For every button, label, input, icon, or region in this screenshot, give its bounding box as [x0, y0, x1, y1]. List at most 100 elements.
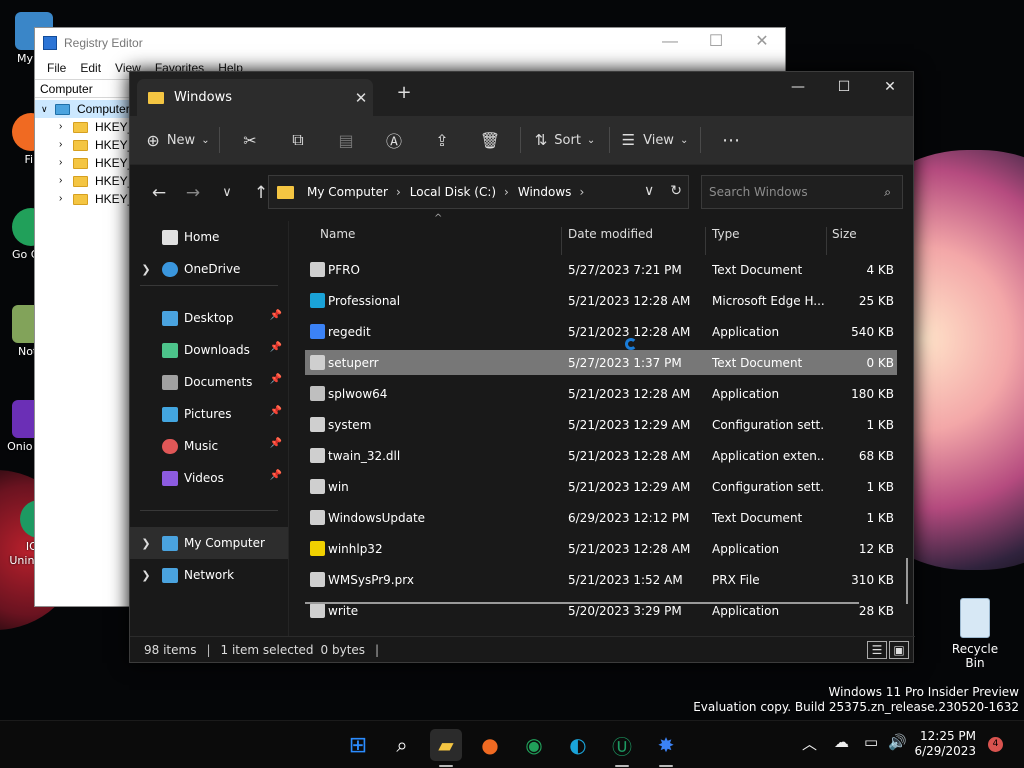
- forward-arrow-icon[interactable]: →: [176, 183, 210, 203]
- chevron-right-icon[interactable]: ›: [59, 190, 73, 208]
- minimize-icon[interactable]: —: [775, 72, 821, 102]
- nav-item-network[interactable]: ❯ Network: [130, 559, 288, 591]
- pin-icon[interactable]: 📌: [270, 438, 282, 449]
- chevron-right-icon[interactable]: ›: [59, 154, 73, 172]
- pin-icon[interactable]: 📌: [270, 374, 282, 385]
- taskbar-regedit[interactable]: ✸: [650, 729, 682, 767]
- chevron-right-icon[interactable]: ❯: [130, 569, 162, 582]
- taskbar-explorer[interactable]: ▰: [430, 729, 462, 767]
- volume-icon[interactable]: 🔊: [888, 733, 907, 751]
- copy-icon[interactable]: ⧉: [274, 124, 322, 156]
- chevron-right-icon[interactable]: ›: [59, 136, 73, 154]
- paste-icon[interactable]: ▤: [322, 124, 370, 156]
- tiles-view-icon[interactable]: ▣: [889, 641, 909, 659]
- file-row-pfro[interactable]: PFRO 5/27/2023 7:21 PM Text Document 4 KB: [305, 257, 897, 282]
- chevron-right-icon[interactable]: ›: [59, 118, 73, 136]
- column-divider[interactable]: [705, 227, 706, 255]
- cloud-off-icon[interactable]: ☁: [834, 733, 849, 751]
- file-row-wmsyspr9-prx[interactable]: WMSysPr9.prx 5/21/2023 1:52 AM PRX File 310…: [305, 567, 897, 592]
- share-icon[interactable]: ⇪: [418, 124, 466, 156]
- column-divider[interactable]: [561, 227, 562, 255]
- start-button[interactable]: ⊞: [342, 729, 374, 761]
- nav-item-my-computer[interactable]: ❯ My Computer: [130, 527, 288, 559]
- sort-button[interactable]: ⇅ Sort ⌄: [527, 124, 603, 156]
- file-row-professional[interactable]: Professional 5/21/2023 12:28 AM Microsoft …: [305, 288, 897, 313]
- address-bar[interactable]: My Computer › Local Disk (C:) › Windows › ∨…: [268, 175, 689, 209]
- breadcrumb-local-disk[interactable]: Local Disk (C:): [410, 185, 496, 199]
- menu-file[interactable]: File: [40, 61, 73, 75]
- chevron-right-icon[interactable]: ❯: [130, 537, 162, 550]
- column-header-date[interactable]: Date modified: [568, 227, 653, 241]
- column-header-type[interactable]: Type: [712, 227, 740, 241]
- delete-icon[interactable]: 🗑: [466, 124, 514, 156]
- close-icon[interactable]: ✕: [867, 72, 913, 102]
- file-row-windowsupdate[interactable]: WindowsUpdate 6/29/2023 12:12 PM Text Docu…: [305, 505, 897, 530]
- horizontal-scrollbar[interactable]: [305, 602, 859, 604]
- nav-item-onedrive[interactable]: ❯ OneDrive: [130, 253, 288, 285]
- new-button[interactable]: ⊕ New ⌄: [143, 124, 213, 156]
- search-input[interactable]: Search Windows ⌕: [701, 175, 903, 209]
- new-tab-icon[interactable]: +: [394, 83, 414, 103]
- network-icon[interactable]: ▭: [864, 733, 878, 751]
- nav-item-home[interactable]: Home: [130, 221, 288, 253]
- pin-icon[interactable]: 📌: [270, 342, 282, 353]
- taskbar-chrome[interactable]: ◉: [518, 729, 550, 761]
- search-taskbar-button[interactable]: ⌕: [386, 729, 418, 761]
- maximize-icon[interactable]: ☐: [821, 72, 867, 102]
- file-explorer-window[interactable]: Windows ✕ + — ☐ ✕ ⊕ New ⌄ ✂ ⧉ ▤ Ⓐ ⇪ 🗑 ⇅ Sort ⌄ …: [129, 71, 915, 663]
- chevron-right-icon[interactable]: ›: [59, 172, 73, 190]
- cut-icon[interactable]: ✂: [226, 124, 274, 156]
- more-options-icon[interactable]: ⋯: [707, 124, 755, 156]
- nav-item-documents[interactable]: Documents 📌: [130, 366, 288, 398]
- chevron-right-icon[interactable]: ›: [396, 185, 401, 199]
- nav-item-pictures[interactable]: Pictures 📌: [130, 398, 288, 430]
- close-icon[interactable]: ✕: [739, 28, 785, 56]
- minimize-icon[interactable]: —: [647, 28, 693, 56]
- tab-windows[interactable]: Windows ✕: [137, 79, 373, 116]
- taskbar-edge[interactable]: ◐: [562, 729, 594, 761]
- column-header-size[interactable]: Size: [832, 227, 857, 241]
- file-row-regedit[interactable]: regedit 5/21/2023 12:28 AM Application 540 …: [305, 319, 897, 344]
- file-row-win[interactable]: win 5/21/2023 12:29 AM Configuration sett.…: [305, 474, 897, 499]
- show-hidden-icons-icon[interactable]: ︿: [802, 733, 817, 754]
- file-icon: [310, 448, 325, 463]
- details-view-icon[interactable]: ☰: [867, 641, 887, 659]
- menu-edit[interactable]: Edit: [73, 61, 108, 75]
- taskbar-firefox[interactable]: ●: [474, 729, 506, 761]
- file-row-setuperr[interactable]: setuperr 5/27/2023 1:37 PM Text Document 0 …: [305, 350, 897, 375]
- nav-item-downloads[interactable]: Downloads 📌: [130, 334, 288, 366]
- back-arrow-icon[interactable]: ←: [142, 183, 176, 203]
- chevron-right-icon[interactable]: ❯: [130, 263, 162, 276]
- file-row-system[interactable]: system 5/21/2023 12:29 AM Configuration se…: [305, 412, 897, 437]
- breadcrumb-windows[interactable]: Windows: [518, 185, 572, 199]
- recent-locations-icon[interactable]: ∨: [210, 185, 244, 200]
- pin-icon[interactable]: 📌: [270, 470, 282, 481]
- breadcrumb-my-computer[interactable]: My Computer: [307, 185, 388, 199]
- pin-icon[interactable]: 📌: [270, 310, 282, 321]
- maximize-icon[interactable]: ☐: [693, 28, 739, 56]
- taskbar: ⊞ ⌕ ▰ ● ◉ ◐ Ⓤ ✸ ︿ ☁ ▭ 🔊 12:25 PM 6/29/202…: [0, 720, 1024, 768]
- taskbar-iobit[interactable]: Ⓤ: [606, 729, 638, 767]
- file-row-twain-32-dll[interactable]: twain_32.dll 5/21/2023 12:28 AM Applicatio…: [305, 443, 897, 468]
- chevron-down-icon[interactable]: ∨: [41, 100, 55, 118]
- refresh-icon[interactable]: ↻: [670, 183, 682, 199]
- desktop-icon-recycle-bin[interactable]: Recycle Bin: [944, 598, 1006, 670]
- chevron-right-icon[interactable]: ›: [579, 185, 584, 199]
- file-row-winhlp32[interactable]: winhlp32 5/21/2023 12:28 AM Application 12 …: [305, 536, 897, 561]
- view-button[interactable]: ☰ View ⌄: [616, 124, 694, 156]
- nav-item-music[interactable]: Music 📌: [130, 430, 288, 462]
- explorer-window-controls: — ☐ ✕: [775, 72, 913, 102]
- pin-icon[interactable]: 📌: [270, 406, 282, 417]
- chevron-right-icon[interactable]: ›: [504, 185, 509, 199]
- column-divider[interactable]: [826, 227, 827, 255]
- rename-icon[interactable]: Ⓐ: [370, 124, 418, 156]
- clock[interactable]: 12:25 PM 6/29/2023: [914, 729, 976, 759]
- notification-badge[interactable]: 4: [988, 737, 1003, 752]
- vertical-scrollbar[interactable]: [906, 558, 908, 604]
- close-tab-icon[interactable]: ✕: [349, 89, 373, 107]
- file-row-splwow64[interactable]: splwow64 5/21/2023 12:28 AM Application 180…: [305, 381, 897, 406]
- column-header-name[interactable]: Name: [320, 227, 355, 241]
- chevron-down-icon[interactable]: ∨: [644, 183, 654, 199]
- nav-item-videos[interactable]: Videos 📌: [130, 462, 288, 494]
- nav-item-desktop[interactable]: Desktop 📌: [130, 302, 288, 334]
